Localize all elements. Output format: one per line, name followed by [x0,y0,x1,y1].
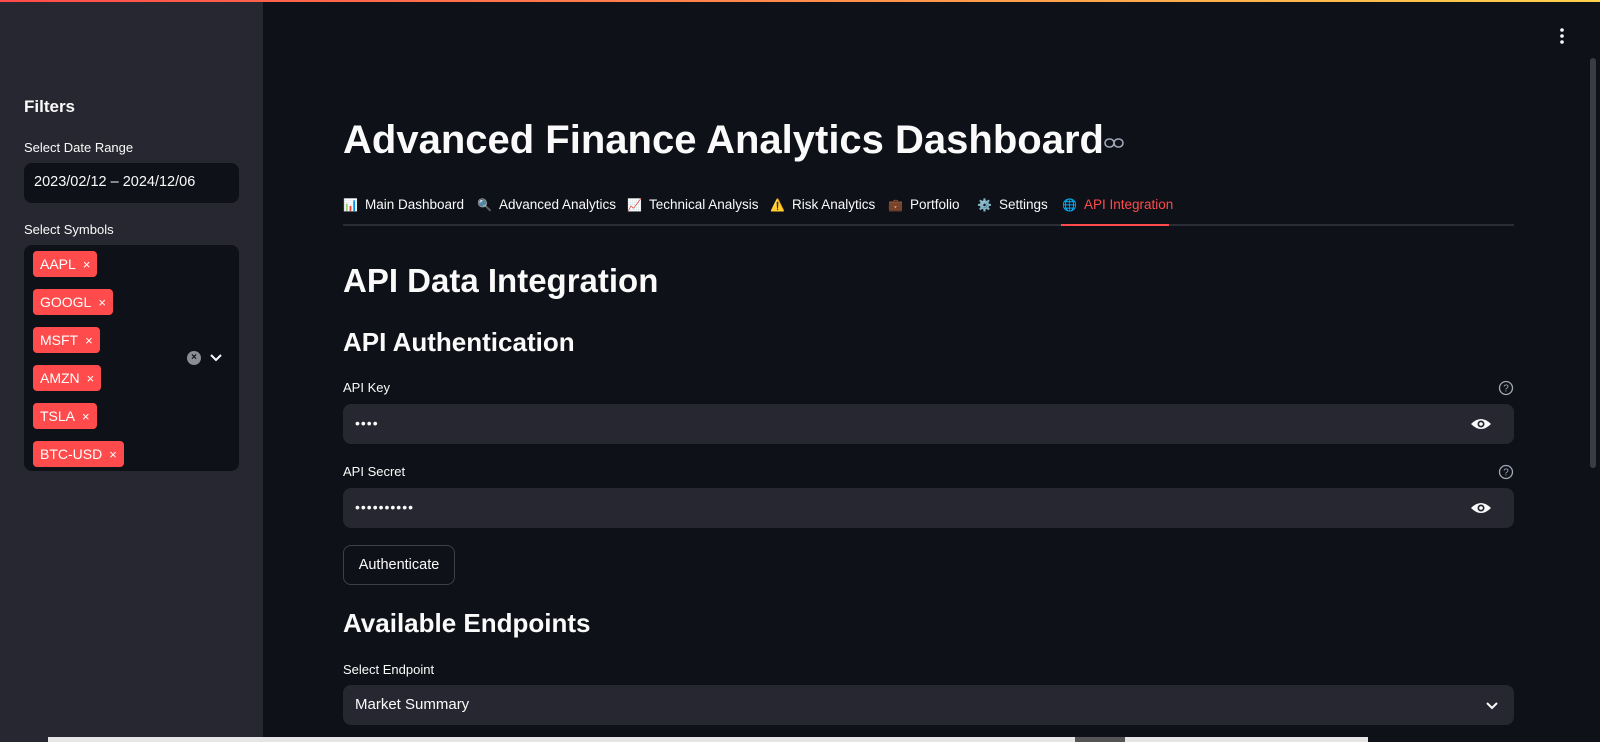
api-secret-label: API Secret [343,464,406,479]
symbol-tag: TSLA × [33,403,97,429]
symbol-tag: AMZN × [33,365,102,391]
help-icon[interactable]: ? [1498,380,1514,396]
svg-text:?: ? [1503,468,1509,479]
help-icon[interactable]: ? [1498,464,1514,480]
tab-bar: 📊 Main Dashboard 🔍 Advanced Analytics 📈 … [343,186,1514,226]
remove-tag-icon[interactable]: × [98,295,106,310]
symbol-tag: BTC-USD × [33,441,124,467]
vertical-scrollbar[interactable] [1590,58,1596,468]
page-title: Advanced Finance Analytics Dashboard [343,118,1104,162]
symbol-tag: MSFT × [33,327,100,353]
tab-advanced-analytics[interactable]: 🔍 Advanced Analytics [477,197,616,212]
symbol-tag: GOOGL × [33,289,113,315]
section-heading: API Data Integration [343,262,659,299]
remove-tag-icon[interactable]: × [83,257,91,272]
tab-api-integration[interactable]: 🌐 API Integration [1062,197,1173,212]
date-range-label: Select Date Range [24,140,134,155]
horizontal-scrollbar[interactable] [48,737,1368,742]
gear-icon: ⚙️ [977,197,992,212]
show-password-icon[interactable] [1470,417,1492,431]
symbols-multiselect[interactable]: AAPL × GOOGL × MSFT × AMZN × TSLA × BTC-… [24,245,239,471]
api-secret-input[interactable]: •••••••••• [343,488,1514,528]
authenticate-button[interactable]: Authenticate [343,545,455,585]
auth-heading: API Authentication [343,327,575,357]
symbols-label: Select Symbols [24,222,114,237]
api-key-label: API Key [343,380,390,395]
horizontal-scroll-thumb[interactable] [1075,737,1125,742]
trend-chart-icon: 📈 [627,197,642,212]
svg-text:?: ? [1503,384,1509,395]
remove-tag-icon[interactable]: × [82,409,90,424]
magnifier-icon: 🔍 [477,197,492,212]
remove-tag-icon[interactable]: × [87,371,95,386]
endpoint-select[interactable]: Market Summary [343,685,1514,725]
clear-all-icon[interactable]: × [187,351,201,365]
tab-main-dashboard[interactable]: 📊 Main Dashboard [343,197,464,212]
remove-tag-icon[interactable]: × [109,447,117,462]
tab-settings[interactable]: ⚙️ Settings [977,197,1048,212]
main-menu-icon[interactable] [1555,26,1569,46]
sidebar: Filters Select Date Range 2023/02/12 – 2… [0,2,263,742]
symbol-tag: AAPL × [33,251,98,277]
link-icon[interactable] [1104,136,1124,150]
briefcase-icon: 💼 [888,197,903,212]
tab-technical-analysis[interactable]: 📈 Technical Analysis [627,197,759,212]
date-range-input[interactable]: 2023/02/12 – 2024/12/06 [24,163,239,203]
chevron-down-icon[interactable] [1484,697,1500,713]
tab-portfolio[interactable]: 💼 Portfolio [888,197,959,212]
active-tab-indicator [1061,224,1169,226]
endpoints-heading: Available Endpoints [343,608,591,638]
warning-icon: ⚠️ [770,197,785,212]
chart-icon: 📊 [343,197,358,212]
sidebar-title: Filters [24,97,76,116]
show-password-icon[interactable] [1470,501,1492,515]
endpoint-label: Select Endpoint [343,662,435,677]
globe-icon: 🌐 [1062,197,1077,212]
chevron-down-icon[interactable] [208,349,224,365]
tab-risk-analytics[interactable]: ⚠️ Risk Analytics [770,197,875,212]
api-key-input[interactable]: •••• [343,404,1514,444]
remove-tag-icon[interactable]: × [85,333,93,348]
